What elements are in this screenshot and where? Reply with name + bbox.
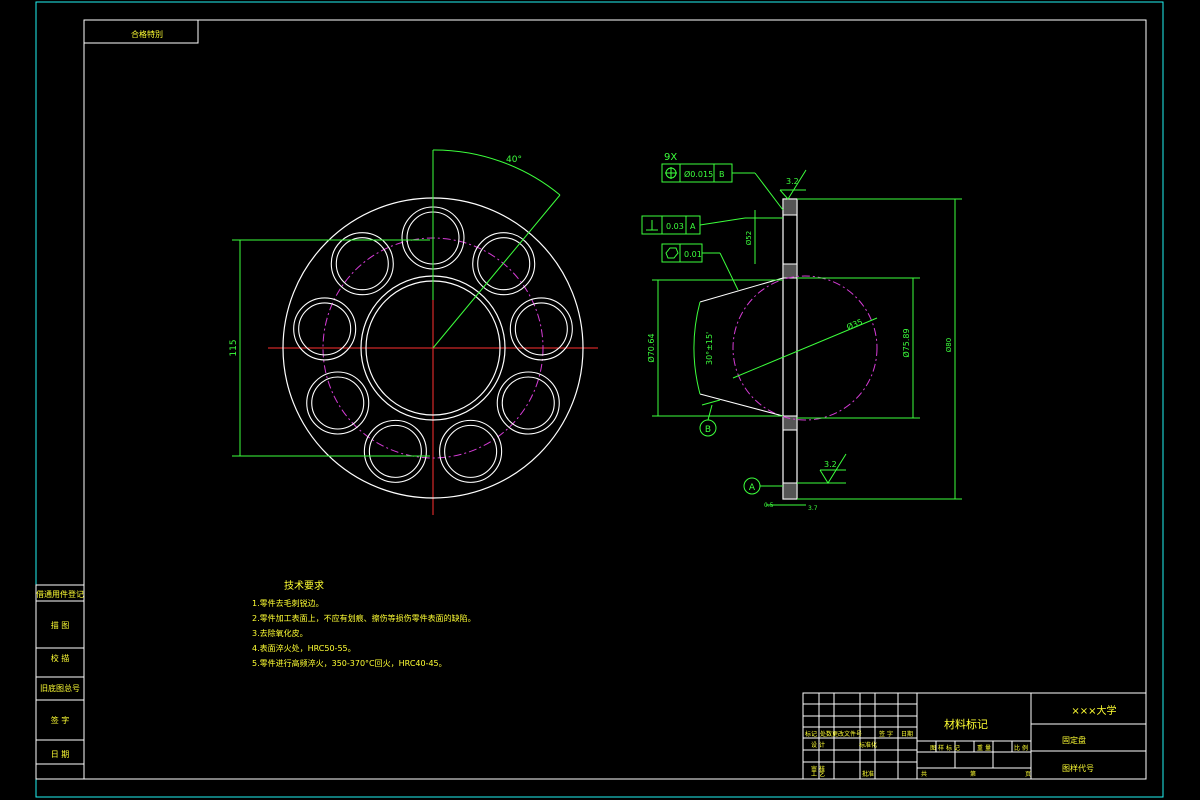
cad-drawing: 合格特別 借通用件登记 描 图 校 描 旧底图总号 签 字 日 期 40° 11…	[35, 1, 1164, 798]
bolt-hole-outer	[509, 297, 573, 361]
cone-line-top	[699, 277, 784, 303]
tech-line-2: 3.去除氧化皮。	[252, 628, 308, 638]
bolt-hole-outer	[330, 232, 394, 296]
strip-label-3: 旧底图总号	[40, 683, 80, 693]
bolt-hole-inner	[514, 302, 568, 356]
outer-frame	[35, 1, 1164, 798]
plate-hatch-bottom	[782, 482, 798, 500]
plate-hatch-top	[782, 198, 798, 216]
datum-b-label: B	[705, 425, 711, 435]
strip-label-4: 签 字	[51, 715, 70, 725]
flatness-icon	[665, 247, 679, 259]
dim-thk-right: 3.7	[808, 505, 818, 512]
top-stamp-text: 合格特別	[131, 29, 163, 39]
cone-line-bottom	[699, 393, 784, 417]
hdr-cell-1: 处数	[820, 730, 832, 738]
page-label: 第	[970, 770, 976, 778]
angle-arc	[432, 149, 561, 196]
bolt-hole-inner	[311, 376, 365, 430]
strip-label-5: 日 期	[51, 750, 70, 759]
std-label: 标准化	[859, 741, 877, 749]
tech-line-4: 5.零件进行高频淬火，350-370°C回火，HRC40-45。	[252, 658, 447, 668]
drawing-code-label: 图样代号	[1062, 763, 1094, 773]
front-view: 40° 115	[229, 149, 598, 515]
dim-115-label: 115	[229, 339, 239, 356]
datum-b: B	[699, 399, 721, 437]
plate-hatch-mid-top	[782, 263, 798, 279]
material-label: 材料标记	[944, 717, 988, 731]
tech-requirements: 技术要求 1.零件去毛刺锐边。 2.零件加工表面上，不应有划痕、擦伤等损伤零件表…	[252, 579, 476, 668]
rough-top-label: 3.2	[786, 177, 799, 186]
strip-label-2: 校 描	[51, 653, 70, 663]
datum-a: A	[743, 477, 783, 495]
roughness-bottom: 3.2	[797, 453, 847, 484]
row-process: 工 艺	[811, 770, 825, 778]
dim-80-label: Ø80	[945, 338, 953, 352]
stage-label-0: 图 样 标 记	[930, 744, 960, 752]
stage-label-2: 比 例	[1014, 744, 1028, 752]
roughness-top: 3.2	[779, 169, 807, 200]
title-block: 标记 处数 更改文件号 签 字 日期 设 计 标准化 审 核 工 艺 批准 材料…	[802, 692, 1147, 780]
side-view: Ø35 30°±15' Ø70.64 Ø75.89 Ø80 Ø52 9X Ø0.…	[641, 152, 962, 512]
position-datum: B	[719, 170, 725, 179]
perp-tol: 0.03	[666, 222, 684, 231]
tech-line-1: 2.零件加工表面上，不应有划痕、擦伤等损伤零件表面的缺陷。	[252, 613, 476, 623]
hdr-cell-4: 日期	[901, 730, 913, 738]
tech-heading: 技术要求	[284, 579, 324, 592]
sheet-of: 页	[1025, 771, 1031, 778]
approve-label: 批准	[862, 770, 874, 778]
bolt-hole-inner	[501, 376, 555, 430]
bolt-hole-outer	[496, 371, 560, 435]
fcf-perpendicular: 0.03 A	[641, 215, 783, 235]
perp-datum: A	[690, 222, 696, 231]
fcf-flatness: 0.01	[661, 243, 739, 291]
part-name: 固定盘	[1062, 735, 1086, 745]
stage-label-1: 重 量	[977, 744, 991, 752]
sheet-label: 共	[921, 770, 927, 778]
cone-angle-arc	[693, 301, 701, 395]
plate-body	[782, 198, 798, 500]
dim-thk-left: 0.5	[764, 502, 774, 509]
inner-frame	[83, 19, 1147, 780]
hdr-cell-3: 签 字	[879, 730, 893, 738]
flat-tol: 0.01	[684, 250, 702, 259]
rough-bottom-label: 3.2	[824, 460, 837, 469]
dim-7064-label: Ø70.64	[646, 333, 656, 362]
angle-label: 40°	[506, 155, 522, 165]
dim-angle-label: 30°±15'	[705, 332, 714, 365]
repeat-label: 9X	[664, 152, 677, 163]
bolt-hole-inner	[335, 237, 389, 291]
dim-52-label: Ø52	[745, 231, 753, 245]
fcf-position: 9X Ø0.015 B	[661, 152, 784, 211]
left-strip: 借通用件登记 描 图 校 描 旧底图总号 签 字 日 期	[35, 584, 85, 780]
row-design: 设 计	[811, 741, 825, 749]
dim-circle-label: Ø35	[845, 316, 864, 331]
strip-label-0: 借通用件登记	[36, 589, 84, 599]
university-label: ×××大学	[1071, 704, 1116, 717]
tech-line-0: 1.零件去毛刺锐边。	[252, 598, 324, 608]
hdr-cell-2: 更改文件号	[832, 730, 862, 738]
dim-7589-label: Ø75.89	[901, 328, 911, 357]
bolt-hole-outer	[306, 371, 370, 435]
datum-a-label: A	[749, 483, 756, 493]
tech-line-3: 4.表面淬火处，HRC50-55。	[252, 643, 356, 653]
strip-label-1: 描 图	[51, 620, 70, 630]
hdr-cell-0: 标记	[805, 730, 817, 738]
position-tol: Ø0.015	[684, 169, 713, 179]
